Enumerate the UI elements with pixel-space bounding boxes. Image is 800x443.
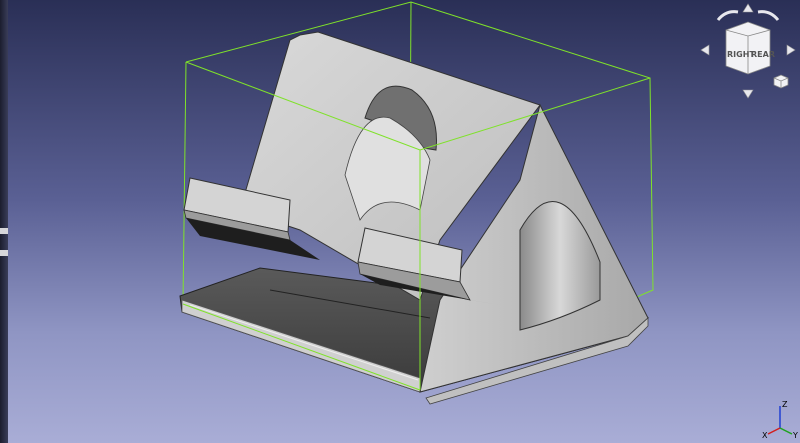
rotate-right-icon[interactable] (757, 10, 780, 21)
cube-body[interactable] (725, 21, 771, 75)
nav-arrow-down-icon[interactable] (742, 89, 754, 99)
view-menu-icon[interactable] (773, 74, 789, 89)
rotate-left-icon[interactable] (716, 10, 739, 21)
nav-arrow-left-icon[interactable] (700, 44, 710, 56)
navigation-cube[interactable]: RIGHT REAR (698, 2, 798, 102)
y-axis-label: Y (792, 431, 798, 440)
bounding-box-edge (182, 61, 187, 305)
y-axis-line (779, 427, 793, 435)
cube-face-rear[interactable]: REAR (751, 50, 775, 59)
x-axis-line (767, 427, 781, 435)
nav-arrow-up-icon[interactable] (742, 3, 754, 13)
nav-arrow-right-icon[interactable] (786, 44, 796, 56)
z-axis-label: Z (782, 400, 788, 409)
x-axis-label: X (762, 431, 768, 440)
axis-indicator: Z X Y (762, 400, 798, 440)
3d-viewport[interactable] (0, 0, 800, 443)
